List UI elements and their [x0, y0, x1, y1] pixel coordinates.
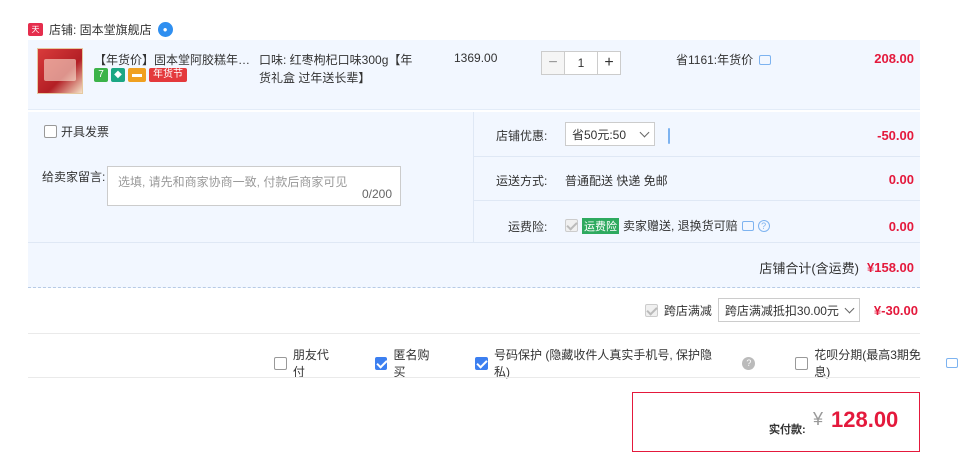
actual-pay-amount: 128.00: [831, 407, 899, 432]
invoice-label: 开具发票: [61, 125, 110, 139]
store-total-amount: ¥158.00: [867, 260, 914, 275]
panel-divider: [473, 200, 920, 201]
seller-message-label: 给卖家留言:: [42, 170, 106, 184]
huabei-checkbox[interactable]: [795, 356, 809, 370]
friend-pay-checkbox[interactable]: [274, 356, 287, 370]
friend-pay-label: 朋友代付: [292, 348, 329, 379]
cross-store-checkbox: [644, 303, 658, 317]
divider: [28, 377, 920, 378]
savings: 省1161:年货价: [676, 51, 772, 68]
store-total-label: 店铺合计(含运费): [759, 261, 859, 276]
insurance-text: 卖家赠送, 退换货可赔: [623, 219, 738, 233]
order-item-row: 【年货价】固本堂阿胶糕年货礼... 7 ◆ ▬ 年货节 口味: 红枣枸杞口味30…: [28, 40, 920, 110]
payment-summary: 实付款: ¥ 128.00: [632, 392, 920, 452]
qty-minus-button[interactable]: −: [541, 51, 565, 75]
anonymous-checkbox[interactable]: [374, 356, 388, 370]
savings-text: 省1161:年货价: [676, 53, 754, 67]
friend-pay-option[interactable]: 朋友代付: [274, 346, 341, 380]
chat-icon[interactable]: [668, 128, 670, 144]
qty-input[interactable]: 1: [565, 51, 597, 75]
message-placeholder: 选填, 请先和商家协商一致, 付款后商家可见: [118, 175, 348, 189]
product-thumbnail[interactable]: [37, 48, 83, 94]
qty-plus-button[interactable]: +: [597, 51, 621, 75]
help-icon[interactable]: ?: [742, 356, 756, 370]
help-icon[interactable]: ?: [757, 219, 770, 232]
huabei-label: 花呗分期(最高3期免息): [814, 348, 921, 379]
insurance-amount: 0.00: [888, 219, 914, 234]
number-protect-option[interactable]: 号码保护 (隐藏收件人真实手机号, 保护隐私): [475, 346, 726, 380]
quantity-stepper: − 1 +: [541, 51, 621, 75]
store-total: 店铺合计(含运费) ¥158.00: [759, 258, 914, 277]
credit-card-icon: ▬: [128, 68, 146, 82]
anonymous-label: 匿名购买: [393, 348, 430, 379]
tmall-guarantee-icon: ◆: [111, 68, 125, 82]
wangwang-icon[interactable]: ●: [157, 21, 173, 37]
number-protect-label: 号码保护 (隐藏收件人真实手机号, 保护隐私): [494, 348, 713, 379]
shipping-insurance: 运费险 卖家赠送, 退换货可赔 ?: [565, 217, 770, 234]
shipping-insurance-label: 运费险:: [508, 220, 548, 234]
festival-badge: 年货节: [149, 68, 187, 82]
product-badges: 7 ◆ ▬ 年货节: [94, 68, 187, 82]
huabei-option[interactable]: 花呗分期(最高3期免息): [795, 346, 936, 380]
actual-pay-label: 实付款:: [769, 424, 806, 436]
panel-divider: [473, 112, 474, 242]
unit-price: 1369.00: [454, 51, 498, 65]
shipping-amount: 0.00: [888, 172, 914, 187]
chat-icon[interactable]: [741, 220, 754, 231]
checkout-options: 朋友代付 匿名购买 号码保护 (隐藏收件人真实手机号, 保护隐私) ? 花呗分期…: [274, 346, 958, 380]
panel-divider: [28, 242, 920, 243]
message-char-count: 0/200: [361, 187, 392, 201]
cross-store-discount: 跨店满减 跨店满减抵扣30.00元 ¥-30.00: [644, 298, 918, 322]
currency-symbol: ¥: [813, 409, 824, 429]
chevron-down-icon: [844, 303, 855, 313]
store-discount-value: 省50元:50: [572, 127, 627, 142]
seller-message-input[interactable]: 选填, 请先和商家协商一致, 付款后商家可见 0/200: [107, 166, 401, 206]
anonymous-option[interactable]: 匿名购买: [374, 346, 442, 380]
store-discount-amount: -50.00: [877, 128, 914, 143]
panel-divider: [473, 156, 920, 157]
insurance-checkbox: [565, 219, 578, 232]
seven-day-return-icon: 7: [94, 68, 108, 82]
invoice-option[interactable]: 开具发票: [44, 123, 109, 140]
cross-store-select[interactable]: 跨店满减抵扣30.00元: [717, 298, 860, 322]
divider: [28, 333, 920, 334]
cross-store-value: 跨店满减抵扣30.00元: [724, 303, 839, 318]
product-title[interactable]: 【年货价】固本堂阿胶糕年货礼...: [94, 51, 254, 68]
store-discount-label: 店铺优惠:: [496, 129, 548, 143]
store-name[interactable]: 店铺: 固本堂旗舰店: [49, 21, 152, 38]
insurance-tag: 运费险: [582, 217, 619, 234]
chat-icon[interactable]: [759, 54, 772, 65]
invoice-checkbox[interactable]: [44, 125, 57, 138]
item-subtotal: 208.00: [874, 51, 914, 66]
tmall-icon: 天猫: [28, 22, 43, 47]
store-discount-select[interactable]: 省50元:50: [565, 122, 655, 146]
order-options-panel: 开具发票 给卖家留言: 选填, 请先和商家协商一致, 付款后商家可见 0/200…: [28, 112, 920, 288]
chevron-down-icon: [639, 127, 650, 137]
cross-store-amount: ¥-30.00: [873, 302, 918, 318]
shipping-method: 普通配送 快递 免邮: [565, 174, 668, 188]
cross-store-label: 跨店满减: [663, 303, 712, 318]
chat-icon[interactable]: [946, 358, 958, 368]
number-protect-checkbox[interactable]: [475, 356, 489, 370]
product-spec: 口味: 红枣枸杞口味300g【年货礼盒 过年送长辈】: [259, 53, 413, 85]
shipping-label: 运送方式:: [496, 174, 548, 188]
store-header: 天猫 店铺: 固本堂旗舰店 ●: [28, 20, 173, 47]
